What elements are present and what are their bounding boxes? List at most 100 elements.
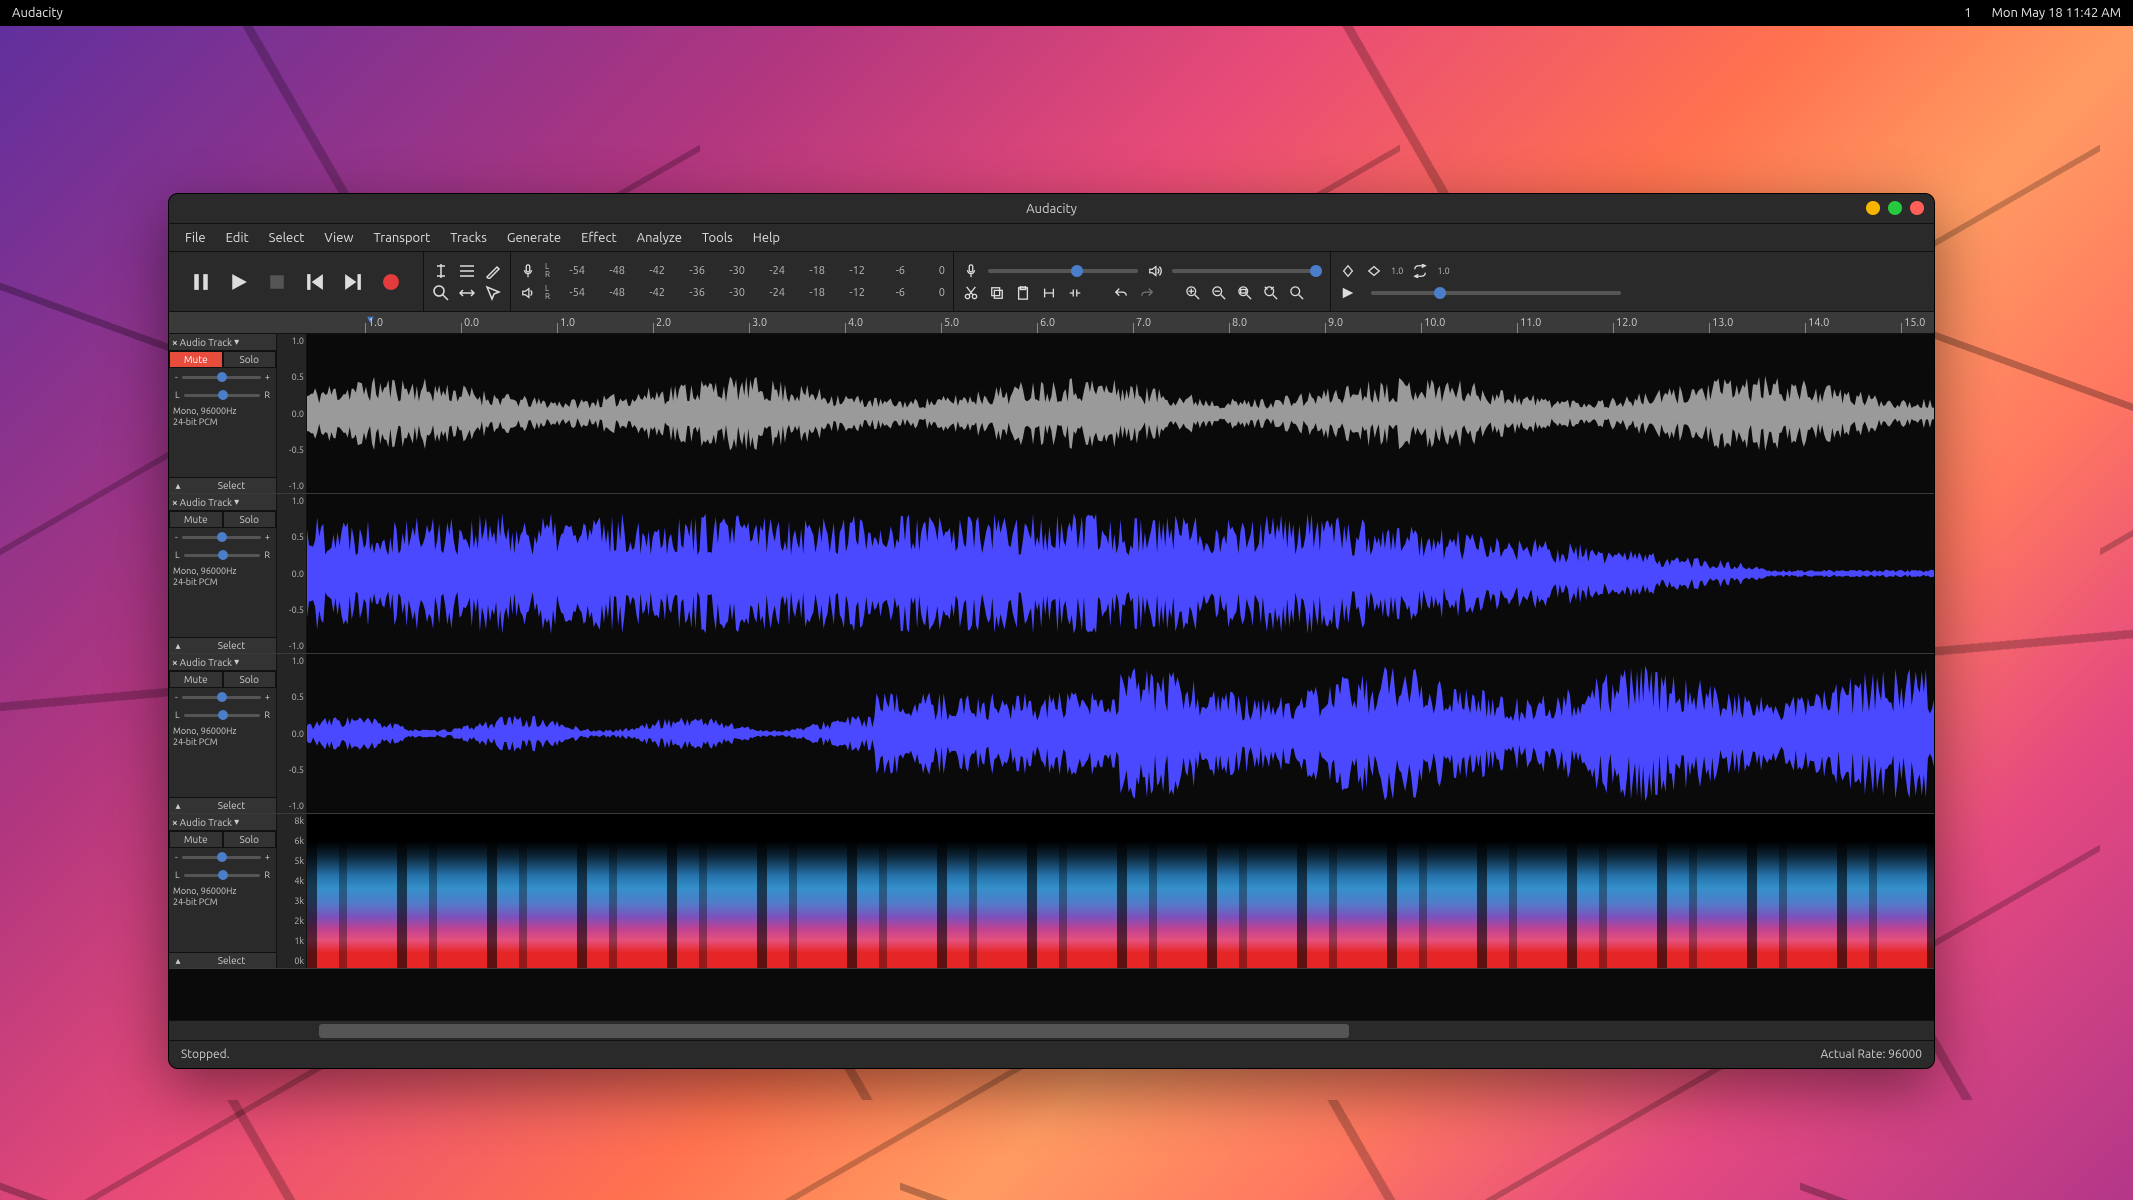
zoom-in-icon[interactable] xyxy=(1184,284,1202,302)
track-menu-icon[interactable]: ▾ xyxy=(234,816,239,828)
draw-tool-icon[interactable] xyxy=(484,262,502,280)
track-menu-icon[interactable]: ▾ xyxy=(234,496,239,508)
spectrogram-display[interactable] xyxy=(307,814,1934,968)
gain-slider[interactable] xyxy=(182,536,261,539)
playback-volume-slider[interactable] xyxy=(1172,269,1322,273)
menu-analyze[interactable]: Analyze xyxy=(627,227,692,249)
skip-start-button[interactable] xyxy=(303,270,327,294)
gain-slider[interactable] xyxy=(182,856,261,859)
waveform-display[interactable] xyxy=(307,334,1934,493)
menu-file[interactable]: File xyxy=(175,227,216,249)
pause-button[interactable] xyxy=(189,270,213,294)
recording-volume-slider[interactable] xyxy=(988,269,1138,273)
track-name[interactable]: Audio Track xyxy=(180,337,232,348)
play-at-speed-icon[interactable] xyxy=(1339,284,1357,302)
track-collapse-icon[interactable]: ▴ xyxy=(169,955,187,967)
clock[interactable]: Mon May 18 11:42 AM xyxy=(1992,6,2121,20)
menu-select[interactable]: Select xyxy=(259,227,315,249)
menu-tracks[interactable]: Tracks xyxy=(440,227,497,249)
menu-edit[interactable]: Edit xyxy=(216,227,259,249)
track-collapse-icon[interactable]: ▴ xyxy=(169,800,187,812)
menu-transport[interactable]: Transport xyxy=(364,227,441,249)
redo-icon[interactable] xyxy=(1138,284,1156,302)
track-menu-icon[interactable]: ▾ xyxy=(234,656,239,668)
track-close-icon[interactable]: × xyxy=(172,497,178,508)
workspace-indicator[interactable]: 1 xyxy=(1964,6,1971,20)
pan-slider[interactable] xyxy=(184,874,261,877)
solo-button[interactable]: Solo xyxy=(223,831,277,848)
silence-icon[interactable] xyxy=(1066,284,1084,302)
gain-slider[interactable] xyxy=(182,696,261,699)
waveform-display[interactable] xyxy=(307,654,1934,813)
speaker-icon[interactable] xyxy=(519,284,537,302)
track-close-icon[interactable]: × xyxy=(172,337,178,348)
menu-generate[interactable]: Generate xyxy=(497,227,571,249)
solo-button[interactable]: Solo xyxy=(223,511,277,528)
track-select-button[interactable]: Select xyxy=(187,953,276,968)
solo-button[interactable]: Solo xyxy=(223,671,277,688)
window-minimize-button[interactable] xyxy=(1866,201,1880,215)
track-close-icon[interactable]: × xyxy=(172,657,178,668)
track-control-panel[interactable]: × Audio Track ▾ Mute Solo -+ LR Mono, 96… xyxy=(169,334,277,493)
solo-button[interactable]: Solo xyxy=(223,351,277,368)
pan-slider[interactable] xyxy=(184,714,261,717)
skip-end-button[interactable] xyxy=(341,270,365,294)
zoom-out-icon[interactable] xyxy=(1210,284,1228,302)
track-select-button[interactable]: Select xyxy=(187,478,276,493)
sync-lock2-icon[interactable] xyxy=(1365,262,1383,280)
play-at-speed-slider[interactable] xyxy=(1371,291,1621,295)
zoom-selection-icon[interactable] xyxy=(1236,284,1254,302)
track-close-icon[interactable]: × xyxy=(172,817,178,828)
undo-icon[interactable] xyxy=(1112,284,1130,302)
pan-slider[interactable] xyxy=(184,394,261,397)
cut-icon[interactable] xyxy=(962,284,980,302)
stop-button[interactable] xyxy=(265,270,289,294)
play-db-scale[interactable]: -54-48-42-36-30-24-18-12-60 xyxy=(563,287,945,299)
track-control-panel[interactable]: × Audio Track ▾ Mute Solo -+ LR Mono, 96… xyxy=(169,814,277,968)
window-titlebar[interactable]: Audacity xyxy=(169,194,1934,224)
track-control-panel[interactable]: × Audio Track ▾ Mute Solo -+ LR Mono, 96… xyxy=(169,494,277,653)
window-maximize-button[interactable] xyxy=(1888,201,1902,215)
envelope-tool-icon[interactable] xyxy=(458,262,476,280)
zoom-fit-icon[interactable] xyxy=(1262,284,1280,302)
window-close-button[interactable] xyxy=(1910,201,1924,215)
mute-button[interactable]: Mute xyxy=(169,831,223,848)
copy-icon[interactable] xyxy=(988,284,1006,302)
zoom-tool-icon[interactable] xyxy=(432,284,450,302)
track-name[interactable]: Audio Track xyxy=(180,497,232,508)
record-button[interactable] xyxy=(379,270,403,294)
trim-icon[interactable] xyxy=(1040,284,1058,302)
track-control-panel[interactable]: × Audio Track ▾ Mute Solo -+ LR Mono, 96… xyxy=(169,654,277,813)
track-vruler[interactable]: 1.00.50.0-0.5-1.0 xyxy=(277,654,307,813)
loop-icon[interactable] xyxy=(1411,262,1429,280)
mute-button[interactable]: Mute xyxy=(169,671,223,688)
menu-view[interactable]: View xyxy=(314,227,363,249)
zoom-toggle-icon[interactable] xyxy=(1288,284,1306,302)
menu-help[interactable]: Help xyxy=(743,227,790,249)
waveform-display[interactable] xyxy=(307,494,1934,653)
menu-tools[interactable]: Tools xyxy=(692,227,743,249)
pan-slider[interactable] xyxy=(184,554,261,557)
track-name[interactable]: Audio Track xyxy=(180,817,232,828)
track-select-button[interactable]: Select xyxy=(187,638,276,653)
selection-tool-icon[interactable] xyxy=(432,262,450,280)
track-vruler[interactable]: 1.00.50.0-0.5-1.0 xyxy=(277,334,307,493)
track-collapse-icon[interactable]: ▴ xyxy=(169,640,187,652)
gain-slider[interactable] xyxy=(182,376,261,379)
track-select-button[interactable]: Select xyxy=(187,798,276,813)
track-vruler[interactable]: 8k6k5k4k3k2k1k0k xyxy=(277,814,307,968)
mic-icon[interactable] xyxy=(519,262,537,280)
horizontal-scrollbar[interactable] xyxy=(169,1020,1934,1040)
sync-lock-icon[interactable] xyxy=(1339,262,1357,280)
mute-button[interactable]: Mute xyxy=(169,511,223,528)
menu-effect[interactable]: Effect xyxy=(571,227,627,249)
track-name[interactable]: Audio Track xyxy=(180,657,232,668)
paste-icon[interactable] xyxy=(1014,284,1032,302)
timeline-ruler[interactable]: ▼ 1.0 0.0 1.0 2.0 3.0 4.0 5.0 6.0 7.0 8.… xyxy=(169,312,1934,334)
scrollbar-thumb[interactable] xyxy=(319,1024,1349,1038)
rec-db-scale[interactable]: -54-48-42-36-30-24-18-12-60 xyxy=(563,265,945,277)
track-menu-icon[interactable]: ▾ xyxy=(234,336,239,348)
multi-tool-icon[interactable] xyxy=(484,284,502,302)
mute-button[interactable]: Mute xyxy=(169,351,223,368)
track-vruler[interactable]: 1.00.50.0-0.5-1.0 xyxy=(277,494,307,653)
